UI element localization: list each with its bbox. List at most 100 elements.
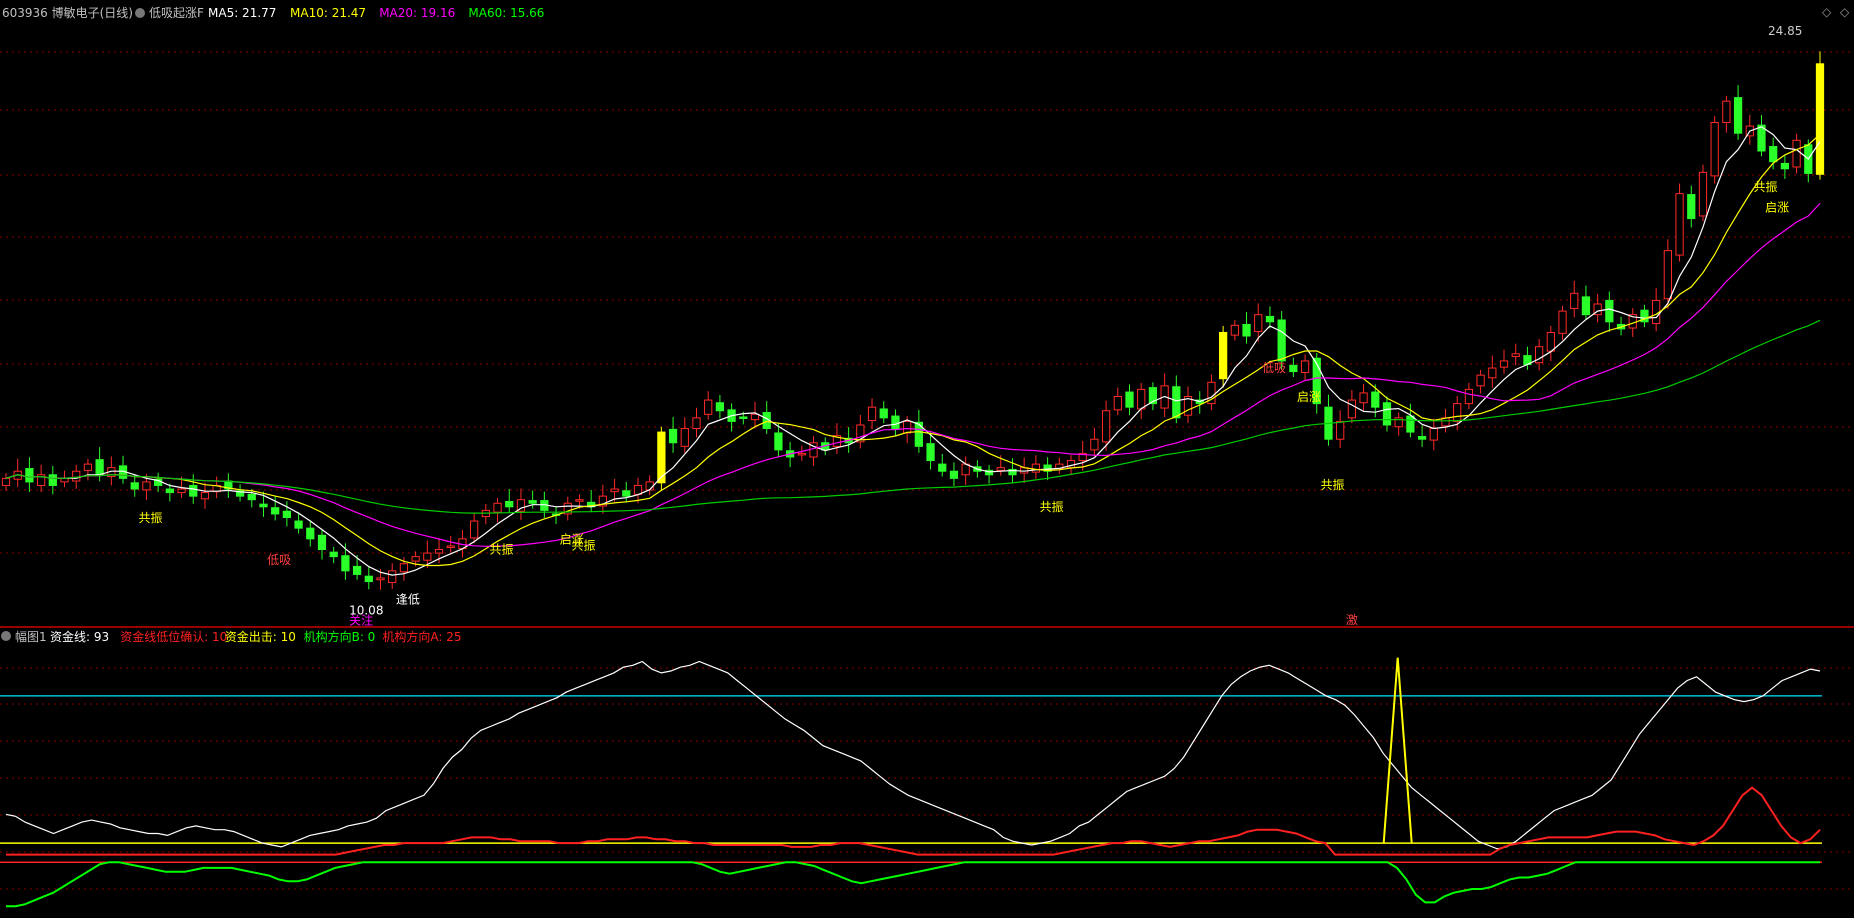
candle-body	[879, 408, 888, 419]
candle	[1640, 304, 1649, 328]
candle-body	[750, 413, 760, 421]
candle-body	[1663, 250, 1672, 300]
restore-icon[interactable]: ◇	[1822, 5, 1832, 19]
candle-body	[903, 420, 912, 434]
candle-body	[364, 575, 373, 583]
candle	[657, 426, 666, 491]
candle	[1300, 354, 1310, 381]
candle	[1722, 95, 1731, 133]
candle-body	[271, 507, 280, 515]
candle	[715, 395, 725, 419]
signal-label: 逢低	[396, 593, 420, 607]
candle-body	[1780, 162, 1790, 170]
candle-body	[1359, 392, 1368, 404]
candle	[317, 528, 327, 560]
candle-body	[376, 577, 385, 581]
candle-body	[797, 452, 806, 456]
candle-body	[282, 510, 292, 518]
candle-body	[1172, 386, 1181, 419]
candle	[668, 416, 678, 453]
candle	[645, 475, 654, 496]
candle	[388, 563, 397, 589]
candle	[60, 470, 69, 488]
candle	[118, 455, 128, 484]
candle	[481, 503, 490, 525]
signal-label: 共振	[138, 511, 162, 525]
candle	[1265, 306, 1275, 329]
candle-body	[177, 488, 186, 494]
candle	[200, 482, 210, 509]
candle-body	[528, 500, 537, 504]
candle	[704, 391, 713, 420]
candle	[1534, 338, 1544, 371]
candle-body	[680, 428, 689, 447]
candle-body	[388, 570, 397, 583]
candle-body	[891, 415, 900, 430]
ma-legend-item: MA10: 21.47	[290, 6, 366, 20]
candle-body	[200, 492, 210, 500]
candle-body	[1031, 463, 1041, 473]
candle	[1546, 325, 1555, 362]
candle-body	[1815, 63, 1825, 175]
candle-body	[1464, 388, 1474, 405]
sub-series-line	[6, 861, 1820, 908]
candle	[154, 472, 163, 492]
candle	[1394, 412, 1403, 436]
indicator-dropdown-icon[interactable]	[135, 8, 145, 18]
candle	[1792, 133, 1801, 174]
candle	[212, 476, 221, 499]
candle	[1230, 320, 1239, 341]
candle-body	[1733, 97, 1743, 134]
candle-body	[668, 428, 678, 444]
candle-body	[739, 416, 748, 419]
signal-label: 共振	[571, 539, 595, 553]
candle-body	[1113, 396, 1122, 411]
candle-body	[1769, 146, 1778, 163]
signal-label: 共振	[1320, 478, 1344, 492]
candle	[1219, 325, 1228, 388]
candle	[1382, 396, 1392, 432]
settings-icon[interactable]: ◇	[1840, 5, 1850, 19]
candle	[1031, 455, 1041, 479]
candle	[1336, 410, 1345, 449]
candle-body	[1605, 299, 1614, 323]
candle-body	[189, 484, 198, 497]
ma-legend-item: MA5: 21.77	[208, 6, 276, 20]
candle-body	[434, 549, 444, 554]
sub-legend-item: 资金出击: 10	[225, 629, 296, 644]
signal-label: 共振	[1040, 500, 1064, 514]
candle-body	[83, 463, 93, 471]
candle	[1581, 285, 1591, 320]
candle-body	[949, 470, 959, 479]
candle-body	[1710, 122, 1719, 177]
candle-body	[247, 493, 256, 501]
candle	[83, 458, 93, 481]
candle	[1687, 185, 1696, 228]
candle	[680, 417, 689, 453]
ma-legend: MA5: 21.77 MA10: 21.47 MA20: 19.16 MA60: 15…	[208, 6, 544, 20]
sub-legend-item: 资金线低位确认: 10	[120, 629, 227, 644]
max-price-label: 24.85	[1768, 24, 1802, 38]
candle-body	[1792, 139, 1801, 168]
candle	[1558, 305, 1567, 340]
candle	[809, 436, 818, 466]
candle	[1195, 391, 1204, 414]
candle	[879, 401, 888, 424]
candle	[1698, 164, 1708, 222]
candle	[1429, 418, 1438, 451]
candle-body	[317, 534, 327, 551]
candle	[36, 464, 46, 492]
candle-body	[352, 565, 362, 575]
candle	[867, 398, 877, 430]
candle-body	[95, 459, 104, 476]
sub-indicator-panel	[0, 657, 1822, 908]
ma-legend-item: MA20: 19.16	[379, 6, 455, 20]
sub-window-dropdown-icon[interactable]	[1, 631, 11, 641]
candle	[1160, 373, 1169, 417]
candle-body	[575, 499, 584, 502]
candle-body	[1289, 364, 1298, 373]
candle	[1769, 137, 1778, 170]
candle	[1242, 311, 1251, 344]
indicator-name: 低吸起涨F	[149, 5, 204, 20]
sub-legend-item: 机构方向B: 0	[304, 629, 376, 644]
